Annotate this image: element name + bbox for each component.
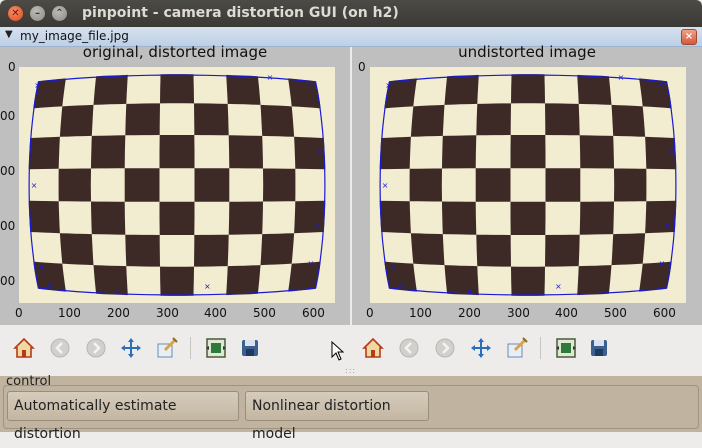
x-tick-label: 300	[507, 306, 530, 320]
x-tick-label: 400	[204, 306, 227, 320]
toolbar-separator	[540, 337, 541, 359]
auto-estimate-distortion-button[interactable]: Automatically estimate distortion	[7, 391, 239, 442]
svg-text:×: ×	[316, 148, 323, 157]
mouse-cursor-icon	[331, 341, 345, 361]
x-tick-label: 100	[409, 306, 432, 320]
pan-icon	[471, 338, 491, 358]
zoom-icon	[157, 337, 178, 358]
forward-icon	[86, 338, 106, 358]
save-icon	[591, 340, 607, 356]
home-icon	[362, 337, 384, 358]
y-tick-label: 0	[358, 60, 366, 74]
distorted-image-plot[interactable]: ×××××××××××	[19, 67, 335, 303]
home-icon	[13, 337, 35, 358]
svg-text:×: ×	[307, 259, 314, 268]
svg-text:×: ×	[390, 263, 397, 272]
undistorted-image-plot[interactable]: ×××××××××××	[370, 67, 686, 303]
x-tick-label: 300	[156, 306, 179, 320]
x-tick-label: 500	[253, 306, 276, 320]
zoom-button[interactable]	[154, 335, 180, 361]
window-minimize-button[interactable]: –	[30, 6, 45, 21]
svg-text:×: ×	[267, 73, 274, 82]
svg-text:×: ×	[664, 221, 671, 230]
x-tick-label: 600	[653, 306, 676, 320]
svg-text:×: ×	[397, 281, 404, 290]
subplots-button[interactable]	[553, 335, 579, 361]
svg-text:×: ×	[46, 281, 53, 290]
pan-button[interactable]	[468, 335, 494, 361]
undistorted-image-figure[interactable]: undistorted image × × × × × × × × × × × 0 0 100 20…	[352, 43, 702, 325]
back-icon	[50, 338, 70, 358]
x-tick-label: 500	[604, 306, 627, 320]
svg-text:×: ×	[618, 73, 625, 82]
svg-text:×: ×	[204, 282, 211, 291]
home-button[interactable]	[360, 335, 386, 361]
control-group: control Automatically estimate distortio…	[0, 374, 702, 442]
window-maximize-button[interactable]: ⌃	[52, 6, 67, 21]
x-tick-label: 400	[555, 306, 578, 320]
nonlinear-distortion-model-button[interactable]: Nonlinear distortion model	[245, 391, 429, 442]
x-tick-label: 0	[366, 306, 374, 320]
distorted-image-figure[interactable]: original, distorted image × × × × × × × × × × × 0 …	[0, 43, 350, 325]
expand-arrow-icon[interactable]: ▼	[5, 29, 13, 40]
x-tick-label: 200	[458, 306, 481, 320]
svg-text:×: ×	[657, 80, 664, 89]
svg-text:×: ×	[313, 221, 320, 230]
svg-text:×: ×	[34, 81, 41, 90]
window-close-button[interactable]: ✕	[8, 6, 23, 21]
pan-button[interactable]	[118, 335, 144, 361]
save-icon	[242, 340, 258, 356]
home-button[interactable]	[11, 335, 37, 361]
zoom-icon	[507, 337, 528, 358]
svg-text:×: ×	[555, 282, 562, 291]
y-tick-label: 0	[8, 60, 16, 74]
figure-title: undistorted image	[458, 43, 596, 61]
svg-text:×: ×	[382, 181, 389, 190]
control-legend: control	[6, 374, 52, 389]
svg-text:×: ×	[39, 263, 46, 272]
svg-text:×: ×	[31, 181, 38, 190]
subplots-button[interactable]	[203, 335, 229, 361]
toolbar-separator	[190, 337, 191, 359]
back-icon	[399, 338, 419, 358]
x-tick-label: 0	[15, 306, 23, 320]
splitter-handle[interactable]: :::	[345, 366, 356, 375]
svg-text:×: ×	[466, 287, 473, 296]
back-button[interactable]	[396, 335, 422, 361]
svg-text:×: ×	[306, 80, 313, 89]
window-title: pinpoint - camera distortion GUI (on h2)	[82, 5, 399, 21]
window-titlebar: ✕ – ⌃ pinpoint - camera distortion GUI (…	[0, 0, 702, 27]
forward-button[interactable]	[83, 335, 109, 361]
y-tick-label: 00	[0, 219, 16, 233]
forward-icon	[435, 338, 455, 358]
subplots-icon	[556, 338, 576, 358]
y-tick-label: 00	[0, 164, 16, 178]
svg-text:×: ×	[658, 259, 665, 268]
x-tick-label: 100	[58, 306, 81, 320]
zoom-button[interactable]	[504, 335, 530, 361]
pan-icon	[121, 338, 141, 358]
save-button[interactable]	[237, 335, 263, 361]
save-button[interactable]	[586, 335, 612, 361]
figure-title: original, distorted image	[82, 43, 268, 61]
x-tick-label: 600	[302, 306, 325, 320]
svg-text:×: ×	[667, 148, 674, 157]
forward-button[interactable]	[432, 335, 458, 361]
y-tick-label: 00	[0, 109, 16, 123]
svg-text:×: ×	[385, 81, 392, 90]
y-tick-label: 00	[0, 274, 16, 288]
file-name: my_image_file.jpg	[20, 29, 129, 43]
x-tick-label: 200	[107, 306, 130, 320]
subplots-icon	[206, 338, 226, 358]
svg-text:×: ×	[115, 287, 122, 296]
back-button[interactable]	[47, 335, 73, 361]
